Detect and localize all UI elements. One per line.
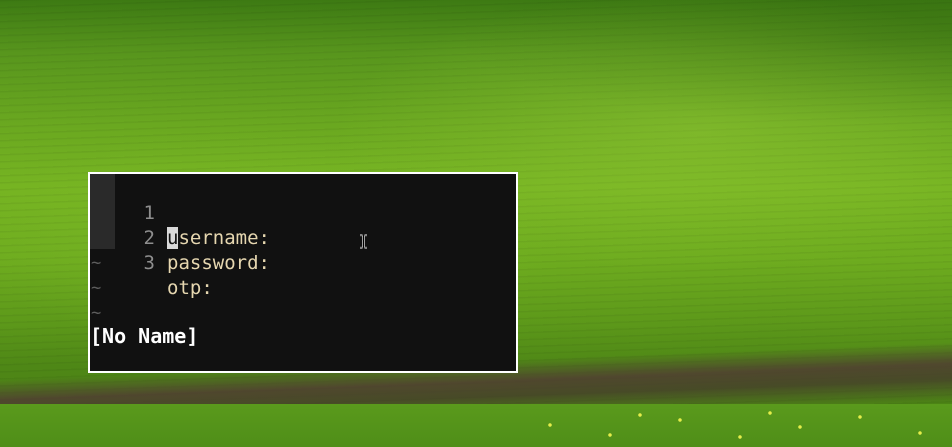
terminal-editor-window[interactable]: 1 username: 2 password: 3 otp: ~ ~ ~ [No… <box>88 172 518 373</box>
editor-line-2[interactable]: 2 password: <box>90 201 270 274</box>
status-line-filename: [No Name] <box>90 324 199 348</box>
line-text[interactable]: password: <box>167 251 270 276</box>
empty-line-marker: ~ <box>91 253 102 273</box>
line-content: password: <box>167 252 270 274</box>
editor-line-1[interactable]: 1 username: <box>90 176 270 249</box>
line-text[interactable]: username: <box>167 226 270 251</box>
editor-line-3[interactable]: 3 otp: <box>90 226 213 299</box>
text-cursor: u <box>167 227 179 249</box>
line-content: otp: <box>167 277 213 299</box>
line-text[interactable]: otp: <box>167 276 213 301</box>
line-number: 3 <box>143 252 155 274</box>
empty-line-marker: ~ <box>91 278 102 298</box>
wallpaper-flowers <box>520 405 950 447</box>
ibeam-cursor-icon <box>360 234 367 249</box>
line-content: sername: <box>178 227 270 249</box>
